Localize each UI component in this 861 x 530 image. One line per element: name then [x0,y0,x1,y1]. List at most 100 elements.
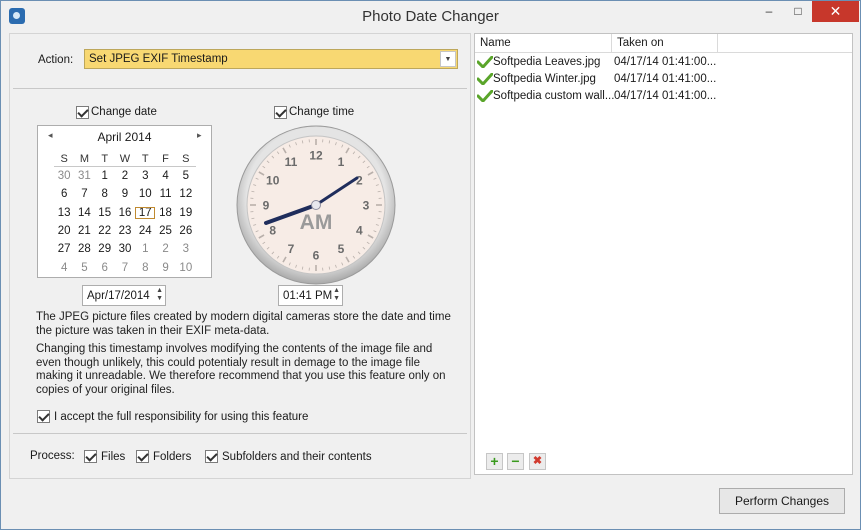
calendar-day[interactable]: 30 [115,243,135,255]
calendar-day[interactable]: 10 [176,262,196,274]
file-list-header: Name Taken on [475,34,852,53]
process-subfolders-label: Subfolders and their contents [222,451,372,463]
calendar-day[interactable]: 21 [74,225,94,237]
calendar-day[interactable]: 22 [95,225,115,237]
info-paragraph-2: Changing this timestamp involves modifyi… [36,343,446,396]
calendar-day[interactable]: 15 [95,207,115,219]
accept-checkbox[interactable] [37,410,50,423]
file-list-row[interactable]: Softpedia Leaves.jpg 04/17/14 01:41:00... [475,54,852,71]
calendar-day[interactable]: 6 [54,188,74,200]
process-label: Process: [30,450,75,462]
action-dropdown[interactable]: Set JPEG EXIF Timestamp ▼ [84,49,458,69]
calendar-day[interactable]: 19 [176,207,196,219]
calendar-day[interactable]: 13 [54,207,74,219]
calendar-day[interactable]: 30 [54,170,74,182]
calendar-day[interactable]: 27 [54,243,74,255]
calendar-weekday: W [119,152,131,165]
file-name: Softpedia Leaves.jpg [493,56,601,68]
clock-number: 10 [266,174,280,188]
calendar-day[interactable]: 5 [74,262,94,274]
column-header-name[interactable]: Name [475,34,612,53]
clock-number: 4 [356,224,363,238]
main-window: Photo Date Changer – □ ✕ Action: Set JPE… [0,0,861,530]
calendar-day[interactable]: 6 [95,262,115,274]
calendar-day[interactable]: 8 [135,262,155,274]
calendar-day[interactable]: 25 [155,225,175,237]
clock-number: 2 [356,174,363,188]
calendar-week-row: 30 31 1 2 3 4 5 [54,167,196,185]
minimize-button[interactable]: – [755,1,783,22]
calendar-day[interactable]: 5 [176,170,196,182]
process-folders-checkbox[interactable] [136,450,149,463]
calendar-day[interactable]: 9 [115,188,135,200]
divider [13,433,467,434]
file-name: Softpedia Winter.jpg [493,73,596,85]
window-title: Photo Date Changer [362,8,499,25]
time-picker[interactable]: 01:41 PM ▲ ▼ [278,285,343,306]
clear-list-button[interactable]: ✖ [529,453,546,470]
remove-file-button[interactable]: − [507,453,524,470]
calendar-day[interactable]: 10 [135,188,155,200]
calendar-weekday: T [141,152,149,165]
calendar-day[interactable]: 23 [115,225,135,237]
calendar-day[interactable]: 2 [115,170,135,182]
calendar-day[interactable]: 26 [176,225,196,237]
perform-changes-button[interactable]: Perform Changes [719,488,845,514]
file-taken-on: 04/17/14 01:41:00... [614,73,717,85]
file-list-row[interactable]: Softpedia custom wall... 04/17/14 01:41:0… [475,88,852,105]
action-label: Action: [38,54,74,66]
close-button[interactable]: ✕ [812,1,859,22]
calendar-day[interactable]: 31 [74,170,94,182]
file-name: Softpedia custom wall... [493,90,615,102]
calendar-day[interactable]: 3 [176,243,196,255]
green-check-icon [477,56,493,68]
calendar-day[interactable]: 7 [115,262,135,274]
process-files-checkbox[interactable] [84,450,97,463]
date-picker[interactable]: Apr/17/2014 ▲ ▼ [82,285,166,306]
calendar-day[interactable]: 24 [135,225,155,237]
calendar-day[interactable]: 7 [74,188,94,200]
green-check-icon [477,90,493,102]
maximize-button[interactable]: □ [784,1,812,22]
calendar-day[interactable]: 14 [74,207,94,219]
calendar-week-row: 13 14 15 16 17 18 19 [54,204,196,222]
time-spinner-arrows-icon[interactable]: ▲ ▼ [333,287,340,303]
change-time-checkbox[interactable] [274,106,287,119]
process-folders-label: Folders [153,451,192,463]
clock-number: 12 [309,149,323,163]
calendar-month-label[interactable]: April 2014 [38,130,211,144]
calendar-day[interactable]: 28 [74,243,94,255]
process-subfolders-checkbox[interactable] [205,450,218,463]
clock-number: 9 [263,199,270,213]
chevron-down-icon[interactable]: ▼ [440,51,456,67]
clock-number: 1 [338,155,345,169]
calendar-day[interactable]: 4 [54,262,74,274]
calendar-day[interactable]: 1 [95,170,115,182]
calendar-day[interactable]: 20 [54,225,74,237]
analog-clock[interactable]: 12 1234567891011 AM [236,125,396,285]
calendar-day[interactable]: 2 [155,243,175,255]
calendar-day[interactable]: 12 [176,188,196,200]
calendar-week-row: 27 28 29 30 1 2 3 [54,240,196,258]
calendar-weekday: T [101,152,109,165]
calendar-day[interactable]: 11 [155,188,175,200]
calendar-next-month-arrow-icon[interactable]: ▸ [197,130,202,141]
calendar-day[interactable]: 3 [135,170,155,182]
calendar-day[interactable]: 8 [95,188,115,200]
calendar-day[interactable]: 4 [155,170,175,182]
calendar-day[interactable]: 18 [155,207,175,219]
add-file-button[interactable]: + [486,453,503,470]
column-header-taken-on[interactable]: Taken on [612,34,718,53]
date-spinner-arrows-icon[interactable]: ▲ ▼ [156,287,163,303]
clock-number: 3 [363,199,370,213]
file-list-row[interactable]: Softpedia Winter.jpg 04/17/14 01:41:00... [475,71,852,88]
calendar-day[interactable]: 17 [135,206,156,219]
change-date-checkbox[interactable] [76,106,89,119]
calendar-day[interactable]: 16 [115,207,135,219]
calendar-day[interactable]: 9 [155,262,175,274]
calendar-week-row: 20 21 22 23 24 25 26 [54,222,196,240]
calendar-weekday: S [60,152,68,165]
calendar-day[interactable]: 1 [135,243,155,255]
calendar-day[interactable]: 29 [95,243,115,255]
date-value: Apr/17/2014 [87,290,150,302]
